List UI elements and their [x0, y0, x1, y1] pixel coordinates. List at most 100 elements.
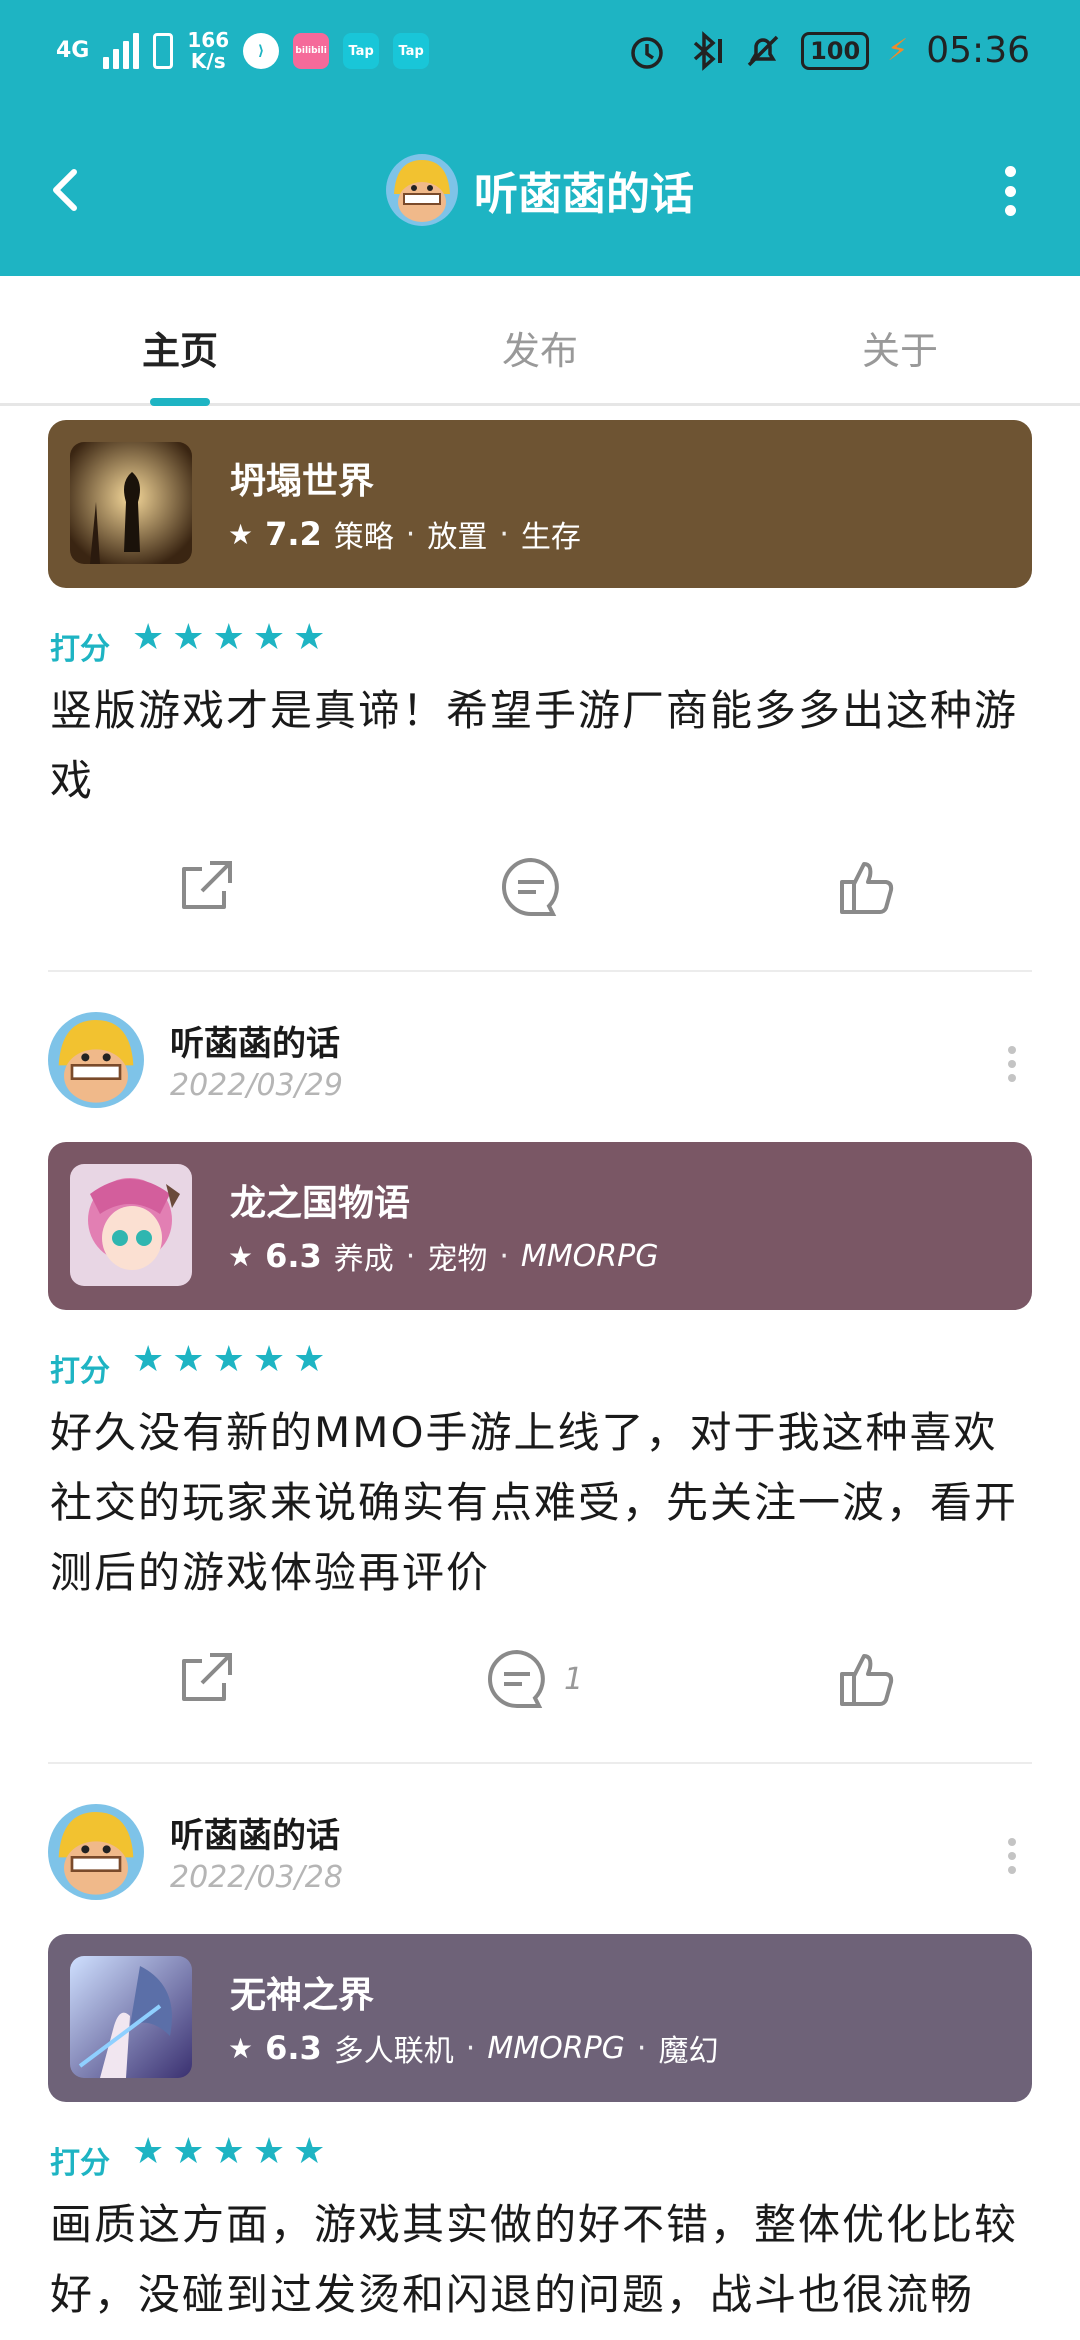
- bluetooth-icon: [693, 30, 723, 71]
- review-post: 听菡菡的话 2022/03/28 无神之界 ★ 6.3 多人联机 · MMORP…: [0, 1764, 1080, 2330]
- thumbs-up-icon: [840, 1654, 894, 1706]
- game-tag: 宠物: [427, 1242, 488, 1277]
- rating-row: 打分 ★ ★ ★ ★ ★: [0, 1336, 1080, 1398]
- game-card[interactable]: 坍塌世界 ★ 7.2 策略 · 放置 · 生存: [48, 420, 1032, 588]
- post-author: 听菡菡的话 2022/03/28: [0, 1764, 1080, 1934]
- rating-label: 打分: [50, 632, 110, 667]
- game-tag: 放置: [427, 520, 488, 555]
- rating-row: 打分 ★ ★ ★ ★ ★: [0, 2128, 1080, 2190]
- game-tag: 养成: [333, 1242, 394, 1277]
- post-date: 2022/03/28: [170, 1860, 343, 1895]
- more-button[interactable]: [1000, 166, 1020, 216]
- rating-stars: ★ ★ ★ ★ ★: [132, 1340, 325, 1380]
- avatar[interactable]: [386, 154, 458, 226]
- post-actions: 1: [48, 1608, 1032, 1764]
- sim-icon: [153, 33, 174, 69]
- clock: 05:36: [926, 30, 1030, 71]
- game-card[interactable]: 龙之国物语 ★ 6.3 养成 · 宠物 · MMORPG: [48, 1142, 1032, 1310]
- charging-icon: ⚡: [887, 33, 909, 68]
- star-icon: ★: [252, 2131, 286, 2172]
- review-post: 听菡菡的话 2022/03/29 龙之国物语 ★ 6.3 养成 · 宠物 · M…: [0, 972, 1080, 1764]
- tab-posts[interactable]: 发布: [420, 320, 660, 375]
- post-more-button[interactable]: [1006, 1046, 1018, 1082]
- author-name[interactable]: 听菡菡的话: [170, 1016, 340, 1065]
- game-name: 无神之界: [230, 1975, 375, 2016]
- tap-notification-icon: Tap: [343, 33, 380, 69]
- tab-indicator: [150, 398, 210, 406]
- share-button[interactable]: [174, 1644, 238, 1714]
- star-icon: ★: [293, 2131, 326, 2172]
- star-icon: ★: [172, 2131, 205, 2172]
- star-icon: ★: [172, 617, 205, 658]
- game-cover: [70, 442, 192, 564]
- review-text: 竖版游戏才是真谛！希望手游厂商能多多出这种游戏: [50, 686, 1019, 805]
- star-icon: ★: [252, 1339, 286, 1380]
- star-icon: ★: [228, 517, 254, 551]
- tab-about[interactable]: 关于: [780, 320, 1020, 375]
- game-score: 6.3: [265, 1237, 322, 1275]
- post-more-button[interactable]: [1006, 1838, 1018, 1874]
- comment-icon: [502, 857, 559, 916]
- game-tag: 魔幻: [658, 2034, 719, 2069]
- thumbs-up-icon: [840, 862, 894, 914]
- rating-row: 打分 ★ ★ ★ ★ ★: [0, 614, 1080, 676]
- review-text: 画质这方面，游戏其实做的好不错，整体优化比较好，没碰到过发烫和闪退的问题，战斗也…: [50, 2200, 1019, 2319]
- game-name: 龙之国物语: [230, 1183, 411, 1224]
- game-tag: 多人联机: [333, 2034, 454, 2069]
- comment-button[interactable]: 1: [484, 1644, 583, 1714]
- rating-stars: ★ ★ ★ ★ ★: [132, 2132, 325, 2172]
- feed: 坍塌世界 ★ 7.2 策略 · 放置 · 生存 打分 ★ ★ ★ ★ ★ 竖版游戏才是真…: [0, 406, 1080, 2330]
- game-score: 6.3: [265, 2029, 322, 2067]
- game-meta: ★ 7.2 策略 · 放置 · 生存: [228, 512, 581, 556]
- like-button[interactable]: [834, 1644, 900, 1714]
- rating-label: 打分: [50, 2146, 110, 2181]
- game-tag: MMORPG: [520, 1238, 659, 1274]
- star-icon: ★: [172, 1339, 205, 1380]
- star-icon: ★: [212, 617, 245, 658]
- author-name[interactable]: 听菡菡的话: [170, 1808, 340, 1857]
- post-date: 2022/03/29: [170, 1068, 343, 1103]
- game-tag: MMORPG: [487, 2030, 625, 2066]
- star-icon: ★: [132, 617, 165, 658]
- star-icon: ★: [132, 1339, 165, 1380]
- rating-label: 打分: [50, 1354, 110, 1389]
- avatar[interactable]: [48, 1012, 144, 1108]
- network-type: 4G: [56, 38, 90, 63]
- game-tag: 策略: [333, 520, 394, 555]
- status-bar: 4G 166 K/s ⟩ bilibili Tap Tap 100 ⚡ 05:3…: [0, 0, 1080, 110]
- comment-icon: [488, 1649, 545, 1708]
- star-icon: ★: [228, 2031, 254, 2065]
- network-speed: 166 K/s: [187, 28, 230, 73]
- app-header: 4G 166 K/s ⟩ bilibili Tap Tap 100 ⚡ 05:3…: [0, 0, 1080, 276]
- avatar[interactable]: [48, 1804, 144, 1900]
- post-actions: [48, 816, 1032, 972]
- share-button[interactable]: [174, 852, 238, 922]
- signal-icon: [103, 33, 140, 69]
- nav-bar: 听菡菡的话: [0, 140, 1080, 240]
- like-button[interactable]: [834, 852, 900, 922]
- tab-bar: 主页 发布 关于: [0, 276, 1080, 406]
- share-icon: [182, 1653, 232, 1701]
- tap-notification-icon: Tap: [393, 33, 430, 69]
- share-icon: [182, 861, 232, 909]
- post-author: 听菡菡的话 2022/03/29: [0, 972, 1080, 1142]
- star-icon: ★: [293, 1339, 326, 1380]
- game-tag: 生存: [520, 520, 581, 555]
- star-icon: ★: [252, 617, 286, 658]
- rating-stars: ★ ★ ★ ★ ★: [132, 618, 325, 658]
- alarm-icon: [631, 36, 663, 69]
- page-title: 听菡菡的话: [474, 169, 694, 220]
- star-icon: ★: [293, 617, 326, 658]
- game-cover: [70, 1956, 192, 2078]
- star-icon: ★: [212, 1339, 245, 1380]
- mute-icon: [747, 35, 779, 66]
- game-card[interactable]: 无神之界 ★ 6.3 多人联机 · MMORPG · 魔幻: [48, 1934, 1032, 2102]
- game-score: 7.2: [265, 515, 322, 553]
- comment-button[interactable]: [498, 852, 578, 922]
- comment-count: 1: [564, 1661, 584, 1697]
- game-name: 坍塌世界: [230, 461, 375, 502]
- bilibili-notification-icon: bilibili: [293, 33, 330, 69]
- review-text: 好久没有新的MMO手游上线了，对于我这种喜欢社交的玩家来说确实有点难受，先关注一…: [50, 1408, 1019, 1597]
- tab-home[interactable]: 主页: [60, 320, 300, 375]
- star-icon: ★: [212, 2131, 245, 2172]
